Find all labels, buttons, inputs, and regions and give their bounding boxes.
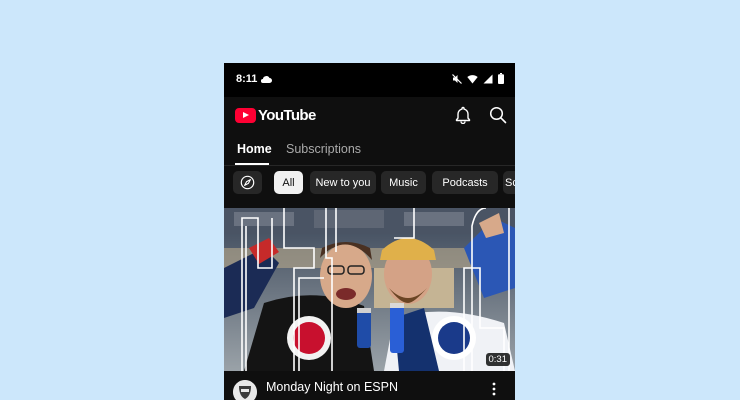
notifications-bell-icon[interactable] [455,106,471,124]
tab-subscriptions[interactable]: Subscriptions [286,142,361,156]
nhl-logo-icon [233,380,257,400]
app-bar: YouTube [224,97,515,137]
cloud-icon [260,76,272,84]
tab-home[interactable]: Home [237,142,272,156]
video-duration: 0:31 [485,353,510,366]
more-options-icon[interactable] [491,382,497,396]
status-bar: 8:11 [224,63,515,97]
search-icon[interactable] [489,106,507,124]
mute-icon [452,73,462,84]
thumbnail-image [224,208,515,371]
chip-podcasts[interactable]: Podcasts [432,171,498,194]
chip-all[interactable]: All [274,171,303,194]
chip-partial[interactable]: Sc [503,171,515,194]
status-icons [452,73,504,84]
video-thumbnail[interactable]: 0:31 [224,208,515,371]
logo-text: YouTube [258,107,316,124]
youtube-logo[interactable]: YouTube [235,107,316,124]
channel-avatar[interactable] [233,380,257,400]
chip-new-to-you[interactable]: New to you [310,171,376,194]
video-meta: Monday Night on ESPN [224,371,515,400]
youtube-play-icon [235,108,256,123]
wifi-icon [467,74,478,83]
compass-icon [240,175,255,190]
tab-bar: Home Subscriptions [224,137,515,166]
signal-icon [483,74,493,83]
explore-chip[interactable] [233,171,262,194]
tab-selected-indicator [235,163,269,165]
video-title[interactable]: Monday Night on ESPN [266,380,398,394]
status-time: 8:11 [236,73,258,85]
phone-screen: 8:11 YouTube Home Subscriptions All New … [224,63,515,400]
battery-icon [498,73,504,84]
chip-music[interactable]: Music [381,171,426,194]
filter-chips: All New to you Music Podcasts Sc [224,171,515,195]
